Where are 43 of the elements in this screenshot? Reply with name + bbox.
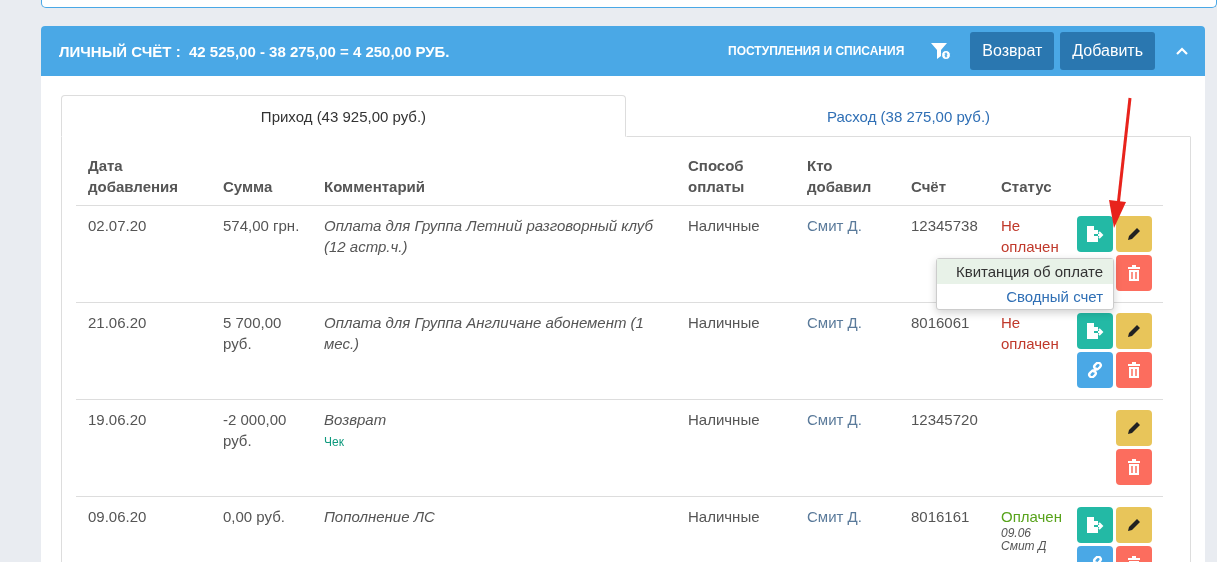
column-header: Способ оплаты bbox=[688, 157, 745, 195]
column-header: Кто добавил bbox=[807, 157, 872, 195]
account-cell: 12345720 bbox=[911, 411, 978, 428]
status-author: Смит Д bbox=[1001, 539, 1047, 553]
column-header: Дата добавления bbox=[88, 157, 179, 195]
comment-cell: Оплата для Группа Англичане абонемент (1 мес.) bbox=[324, 314, 644, 352]
status-label: Не оплачен bbox=[1001, 314, 1059, 352]
refund-button[interactable]: Возврат bbox=[970, 32, 1055, 70]
status-date: 09.06 bbox=[1001, 526, 1032, 540]
comment-cell: Пополнение ЛС bbox=[324, 508, 435, 525]
menu-item[interactable]: Сводный счет bbox=[937, 284, 1113, 309]
date-cell: 02.07.20 bbox=[88, 217, 147, 234]
amount-cell: 574,00 грн. bbox=[223, 217, 300, 234]
added-by-cell: Смит Д. bbox=[807, 411, 862, 428]
payment-method-cell: Наличные bbox=[688, 217, 760, 234]
comment-cell: Оплата для Группа Летний разговорный клуб (12 астр.ч.) bbox=[324, 217, 653, 255]
amount-cell: 0,00 руб. bbox=[223, 508, 285, 525]
account-cell: 8016061 bbox=[911, 314, 970, 331]
column-header: Статус bbox=[1001, 178, 1052, 195]
column-header: Комментарий bbox=[324, 178, 425, 195]
column-header: Счёт bbox=[911, 178, 947, 195]
payment-method-cell: Наличные bbox=[688, 508, 760, 525]
added-by-cell: Смит Д. bbox=[807, 217, 862, 234]
status-label: Оплачен bbox=[1001, 508, 1062, 525]
account-cell: 12345738 bbox=[911, 217, 978, 234]
amount-cell: -2 000,00 руб. bbox=[223, 411, 287, 449]
add-button[interactable]: Добавить bbox=[1060, 32, 1155, 70]
date-cell: 09.06.20 bbox=[88, 508, 147, 525]
payment-method-cell: Наличные bbox=[688, 411, 760, 428]
account-cell: 8016161 bbox=[911, 508, 970, 525]
receipt-note: Чек bbox=[324, 435, 344, 449]
date-cell: 21.06.20 bbox=[88, 314, 147, 331]
account-title: ЛИЧНЫЙ СЧЁТ : 42 525,00 - 38 275,00 = 4 250,00 РУБ. bbox=[59, 42, 451, 60]
status-label: Не оплачен bbox=[1001, 217, 1059, 255]
comment-cell: Возврат bbox=[324, 411, 387, 428]
added-by-cell: Смит Д. bbox=[807, 508, 862, 525]
amount-cell: 5 700,00 руб. bbox=[223, 314, 282, 352]
date-cell: 19.06.20 bbox=[88, 411, 147, 428]
menu-item[interactable]: Квитанция об оплате bbox=[937, 259, 1113, 284]
column-header: Сумма bbox=[223, 178, 273, 195]
added-by-cell: Смит Д. bbox=[807, 314, 862, 331]
tab[interactable]: Приход (43 925,00 руб.) bbox=[61, 95, 626, 137]
payment-method-cell: Наличные bbox=[688, 314, 760, 331]
